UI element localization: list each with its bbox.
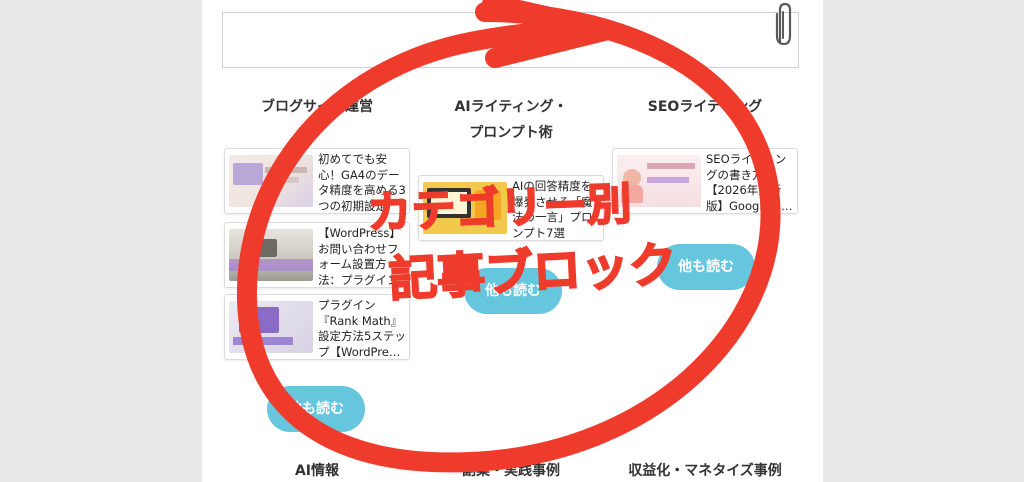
- read-more-button-seo[interactable]: 他も読む: [657, 244, 755, 290]
- page-content: L ブログサイト運営 初めてでも安心！GA4のデータ精度を高める3つの初期設定 …: [202, 0, 823, 482]
- post-title: SEOライティングの書き方【2026年最新版】Googleに…: [706, 152, 793, 213]
- post-title: プラグイン『Rank Math』設定方法5ステップ【WordPre…: [318, 298, 406, 359]
- category-title-ai-writing[interactable]: AIライティング・ プロンプト術: [418, 94, 604, 146]
- post-card[interactable]: プラグイン『Rank Math』設定方法5ステップ【WordPre…: [224, 294, 410, 360]
- read-more-button-ai-writing[interactable]: 他も読む: [464, 268, 562, 314]
- category-title-line1: AIライティング・: [454, 99, 568, 115]
- post-card[interactable]: 初めてでも安心！GA4のデータ精度を高める3つの初期設定: [224, 148, 410, 214]
- category-title-monetization[interactable]: 収益化・マネタイズ事例: [612, 458, 798, 482]
- banner-partial-text: L: [455, 35, 462, 45]
- top-banner-box: L: [222, 12, 799, 68]
- post-thumbnail: [229, 155, 313, 207]
- post-card[interactable]: AIの回答精度を爆発させる「魔法の一言」プロンプト7選: [418, 175, 604, 241]
- category-title-blog[interactable]: ブログサイト運営: [224, 94, 410, 120]
- paperclip-icon: [775, 2, 792, 46]
- post-thumbnail: [229, 301, 313, 353]
- category-title-side-business[interactable]: 副業・実践事例: [418, 458, 604, 482]
- post-card[interactable]: 【WordPress】お問い合わせフォーム設置方法：プラグイン: [224, 222, 410, 288]
- post-title: AIの回答精度を爆発させる「魔法の一言」プロンプト7選: [512, 179, 593, 240]
- post-card[interactable]: SEOライティングの書き方【2026年最新版】Googleに…: [612, 148, 798, 214]
- category-title-seo[interactable]: SEOライティング: [612, 94, 798, 120]
- post-thumbnail: [423, 182, 507, 234]
- category-title-line2: プロンプト術: [469, 125, 553, 141]
- read-more-button-blog[interactable]: 他も読む: [267, 386, 365, 432]
- post-title: 【WordPress】お問い合わせフォーム設置方法：プラグイン: [318, 226, 401, 287]
- post-thumbnail: [229, 229, 313, 281]
- post-thumbnail: [617, 155, 701, 207]
- category-title-ai-news[interactable]: AI情報: [224, 458, 410, 482]
- post-title: 初めてでも安心！GA4のデータ精度を高める3つの初期設定: [318, 152, 406, 213]
